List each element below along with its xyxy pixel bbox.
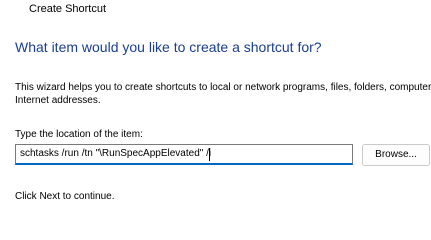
- location-input-value: schtasks /run /tn "\RunSpecAppElevated" …: [20, 148, 212, 159]
- wizard-heading: What item would you like to create a sho…: [15, 39, 322, 55]
- window-title: Create Shortcut: [29, 3, 107, 15]
- footer-instruction: Click Next to continue.: [15, 191, 115, 202]
- wizard-description: This wizard helps you to create shortcut…: [15, 81, 431, 107]
- text-caret: [209, 147, 211, 161]
- description-line-2: Internet addresses.: [15, 95, 101, 106]
- location-input[interactable]: schtasks /run /tn "\RunSpecAppElevated" …: [15, 144, 353, 165]
- description-line-1: This wizard helps you to create shortcut…: [15, 82, 431, 93]
- location-label: Type the location of the item:: [15, 129, 143, 140]
- browse-button[interactable]: Browse...: [362, 144, 430, 166]
